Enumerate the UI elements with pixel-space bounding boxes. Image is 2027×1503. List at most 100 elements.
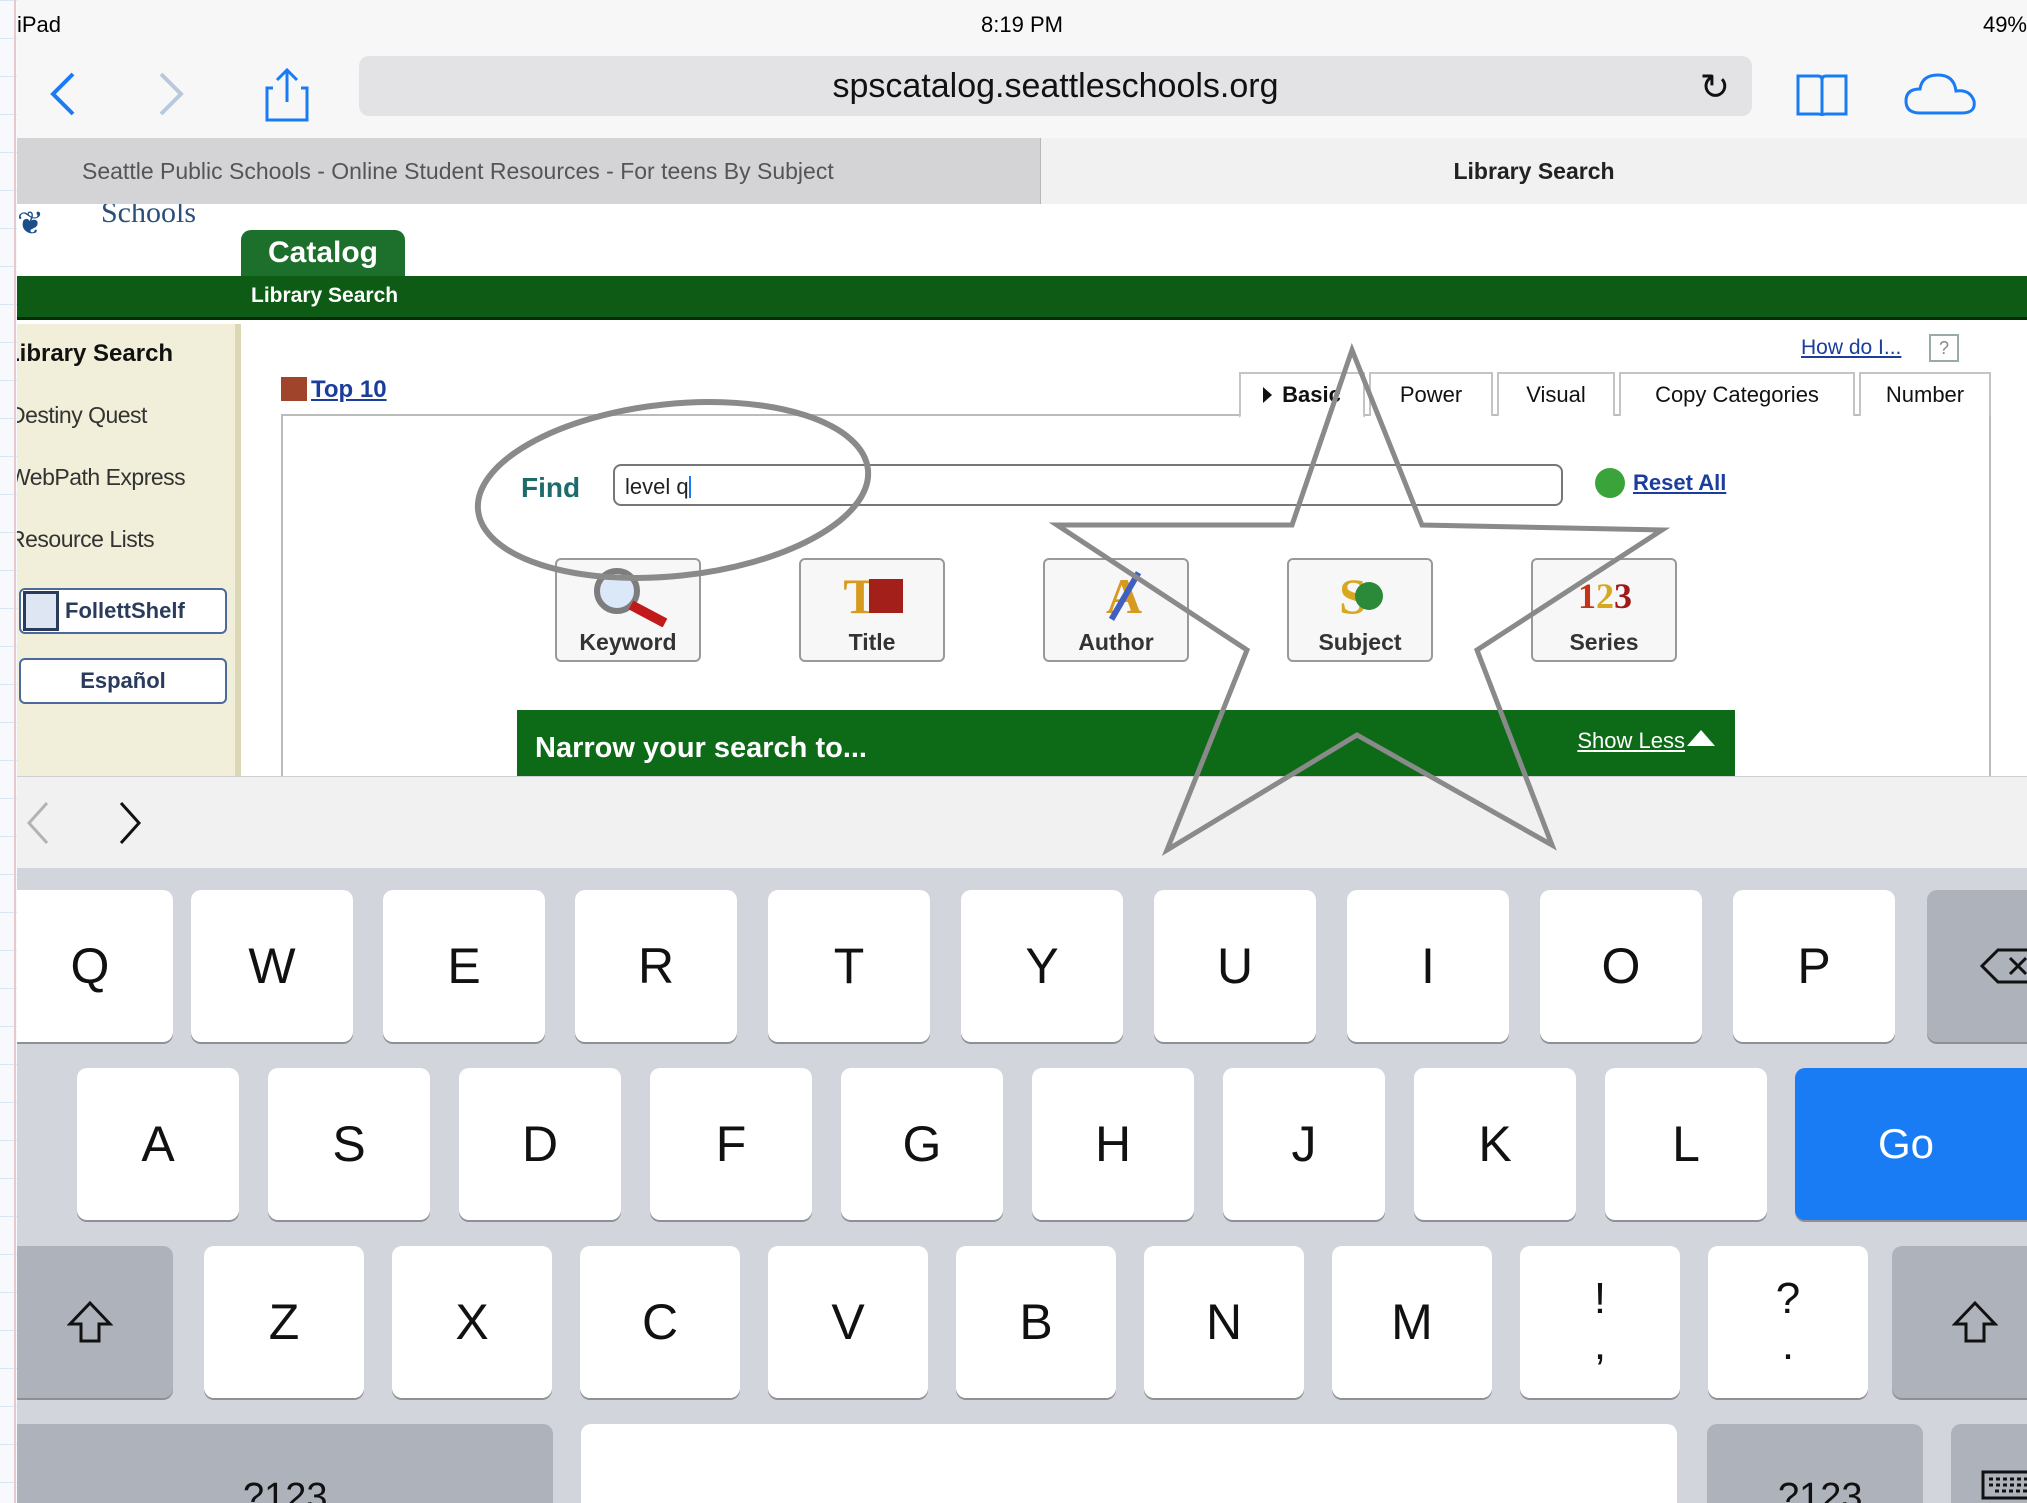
key-a[interactable]: A [77,1068,239,1220]
tab-online-student-resources[interactable]: Seattle Public Schools - Online Student … [17,138,1041,204]
ipad-screenshot: iPad 8:19 PM 49% spscatalog.seattleschoo… [17,0,2027,1503]
sidebar-item-destiny-quest[interactable]: Destiny Quest [17,402,147,429]
key-s[interactable]: S [268,1068,430,1220]
tab-power[interactable]: Power [1369,372,1493,416]
bookmarks-icon[interactable] [1787,50,1857,138]
key-x[interactable]: X [392,1246,552,1398]
sidebar-heading[interactable]: Library Search [17,340,173,368]
books-icon [281,377,307,401]
find-label: Find [521,472,581,503]
address-bar[interactable]: spscatalog.seattleschools.org ↻ [359,56,1752,116]
web-page: ❦ Schools Catalog Library Search Library… [17,204,2027,776]
bookshelf-icon [23,591,59,631]
top10-link[interactable]: Top 10 [281,376,387,404]
find-input-value: level q [625,474,689,499]
key-k[interactable]: K [1414,1068,1576,1220]
narrow-search-title: Narrow your search to... [535,732,867,764]
shift-key-right[interactable] [1892,1246,2027,1398]
tab-basic-label: Basic [1282,382,1341,407]
key-h[interactable]: H [1032,1068,1194,1220]
sidebar-item-resource-lists[interactable]: Resource Lists [17,526,155,553]
author-pen-icon: A [1075,566,1159,626]
key-p[interactable]: P [1733,890,1895,1042]
space-bar[interactable] [581,1424,1677,1503]
tab-library-search[interactable]: Library Search [1041,138,2027,204]
key-g[interactable]: G [841,1068,1003,1220]
tab-visual[interactable]: Visual [1497,372,1615,416]
key-b[interactable]: B [956,1246,1116,1398]
browser-toolbar: spscatalog.seattleschools.org ↻ [17,50,2027,138]
browser-tab-bar: Seattle Public Schools - Online Student … [17,138,2027,204]
show-less-link[interactable]: Show Less [1577,728,1685,754]
subnav-library-search[interactable]: Library Search [251,284,398,308]
key-t[interactable]: T [768,890,930,1042]
key-f[interactable]: F [650,1068,812,1220]
delete-key[interactable] [1927,890,2027,1042]
key-d[interactable]: D [459,1068,621,1220]
next-field-icon[interactable] [115,799,145,852]
tab-number[interactable]: Number [1859,372,1991,416]
series-search-button[interactable]: 123 Series [1531,558,1677,662]
icloud-tabs-icon[interactable] [1897,50,1987,138]
key-y[interactable]: Y [961,890,1123,1042]
hide-keyboard-key[interactable] [1951,1424,2027,1503]
keyword-search-button[interactable]: Keyword [555,558,701,662]
tab-copy-categories[interactable]: Copy Categories [1619,372,1855,416]
author-search-button[interactable]: A Author [1043,558,1189,662]
clock: 8:19 PM [981,12,1063,37]
catalog-nav-bar: Library Search [17,276,2027,320]
reset-all-label: Reset All [1633,470,1727,495]
magnifier-icon [587,566,671,627]
follettshelf-button[interactable]: FollettShelf [19,588,227,634]
help-icon[interactable]: ? [1929,334,1959,362]
title-search-button[interactable]: T Title [799,558,945,662]
reset-all-link[interactable]: Reset All [1595,468,1726,498]
subject-globe-icon: S [1319,566,1403,626]
shift-icon [67,1300,113,1343]
sidebar-item-webpath-express[interactable]: WebPath Express [17,464,186,491]
key-l[interactable]: L [1605,1068,1767,1220]
key-m[interactable]: M [1332,1246,1492,1398]
sidebar: Library Search Destiny Quest WebPath Exp… [17,324,241,776]
keyboard-accessory-bar [17,776,2027,868]
key-u[interactable]: U [1154,890,1316,1042]
previous-field-icon[interactable] [23,799,53,852]
find-search-input[interactable]: level q [613,464,1563,506]
back-icon[interactable] [37,50,87,138]
go-key[interactable]: Go [1795,1068,2027,1220]
key-o[interactable]: O [1540,890,1702,1042]
tab-label: Library Search [1453,157,1615,184]
key-w[interactable]: W [191,890,353,1042]
key-c[interactable]: C [580,1246,740,1398]
school-logo: ❦ Schools [17,204,247,241]
forward-icon[interactable] [147,50,197,138]
shift-icon [1951,1300,1998,1343]
key-z[interactable]: Z [204,1246,364,1398]
numbers-key-left[interactable]: .?123 [17,1424,553,1503]
reset-icon [1595,468,1625,498]
share-icon[interactable] [257,50,317,138]
espanol-label: Español [80,668,166,693]
tab-basic[interactable]: Basic [1239,372,1365,418]
delete-icon [1980,948,2027,984]
key-n[interactable]: N [1144,1246,1304,1398]
espanol-button[interactable]: Español [19,658,227,704]
key-v[interactable]: V [768,1246,928,1398]
subject-search-button[interactable]: S Subject [1287,558,1433,662]
key-i[interactable]: I [1347,890,1509,1042]
key-e[interactable]: E [383,890,545,1042]
reload-icon[interactable]: ↻ [1700,66,1730,108]
series-numbers-icon: 123 [1578,576,1632,616]
key-j[interactable]: J [1223,1068,1385,1220]
key-exclamation-comma[interactable]: ! , [1520,1246,1680,1398]
key-q[interactable]: Q [17,890,173,1042]
numbers-key-right[interactable]: .?123 [1707,1424,1923,1503]
shift-key-left[interactable] [17,1246,173,1398]
battery-label: 49% [1982,12,2027,37]
how-do-i-link[interactable]: How do I... [1801,336,1901,360]
key-r[interactable]: R [575,890,737,1042]
catalog-tab[interactable]: Catalog [241,230,405,276]
logo-text: Schools [101,204,197,229]
key-question-period[interactable]: ? . [1708,1246,1868,1398]
catalog-tab-label: Catalog [267,236,378,269]
